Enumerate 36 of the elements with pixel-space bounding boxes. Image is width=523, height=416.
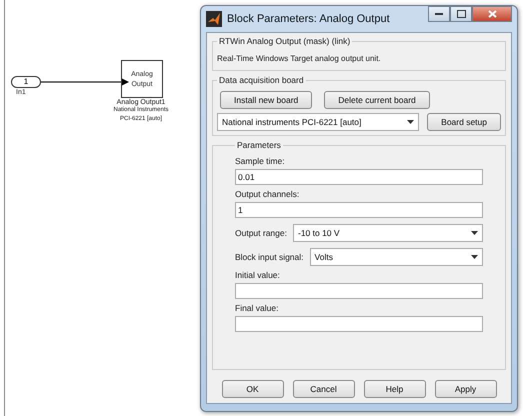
group-legend: Parameters — [235, 140, 283, 150]
minimize-button[interactable] — [428, 6, 450, 22]
input-field[interactable]: 1 — [235, 202, 483, 218]
group-legend: RTWin Analog Output (mask) (link) — [217, 36, 352, 46]
board-button[interactable]: Install new board — [220, 91, 312, 109]
field-label: Sample time: — [235, 156, 286, 166]
app-logo-icon — [206, 11, 222, 27]
field-label: Final value: — [235, 303, 280, 313]
board-setup-button[interactable]: Board setup — [427, 113, 501, 131]
dialog-button[interactable]: OK — [222, 380, 284, 398]
minimize-icon — [435, 12, 443, 16]
board-dropdown[interactable]: National instruments PCI-6221 [auto] — [217, 113, 420, 131]
dropdown-arrow-icon — [407, 120, 414, 124]
input-field[interactable] — [235, 283, 483, 299]
window-title: Block Parameters: Analog Output — [227, 13, 391, 25]
description-text: Real-Time Windows Target analog output unit. — [217, 54, 381, 63]
group-legend: Data acquisition board — [217, 75, 306, 85]
field-label: Block input signal: — [235, 252, 304, 262]
dialog-button[interactable]: Cancel — [292, 380, 354, 398]
board-button[interactable]: Delete current board — [324, 91, 430, 109]
close-button[interactable] — [472, 6, 512, 22]
dropdown-field[interactable]: -10 to 10 V — [292, 224, 483, 242]
input-field[interactable] — [235, 316, 483, 332]
dropdown-field[interactable]: Volts — [310, 248, 483, 266]
field-label: Output range: — [235, 228, 287, 238]
maximize-icon — [456, 10, 466, 18]
maximize-button[interactable] — [450, 6, 472, 22]
dropdown-arrow-icon — [471, 231, 478, 235]
inport-block[interactable]: 1 — [11, 76, 41, 88]
input-field[interactable]: 0.01 — [235, 169, 483, 185]
dropdown-arrow-icon — [471, 255, 478, 259]
dialog-button[interactable]: Help — [364, 380, 426, 398]
field-label: Output channels: — [235, 189, 300, 199]
dialog-button[interactable]: Apply — [434, 380, 496, 398]
field-label: Initial value: — [235, 270, 281, 280]
close-icon — [488, 10, 496, 18]
